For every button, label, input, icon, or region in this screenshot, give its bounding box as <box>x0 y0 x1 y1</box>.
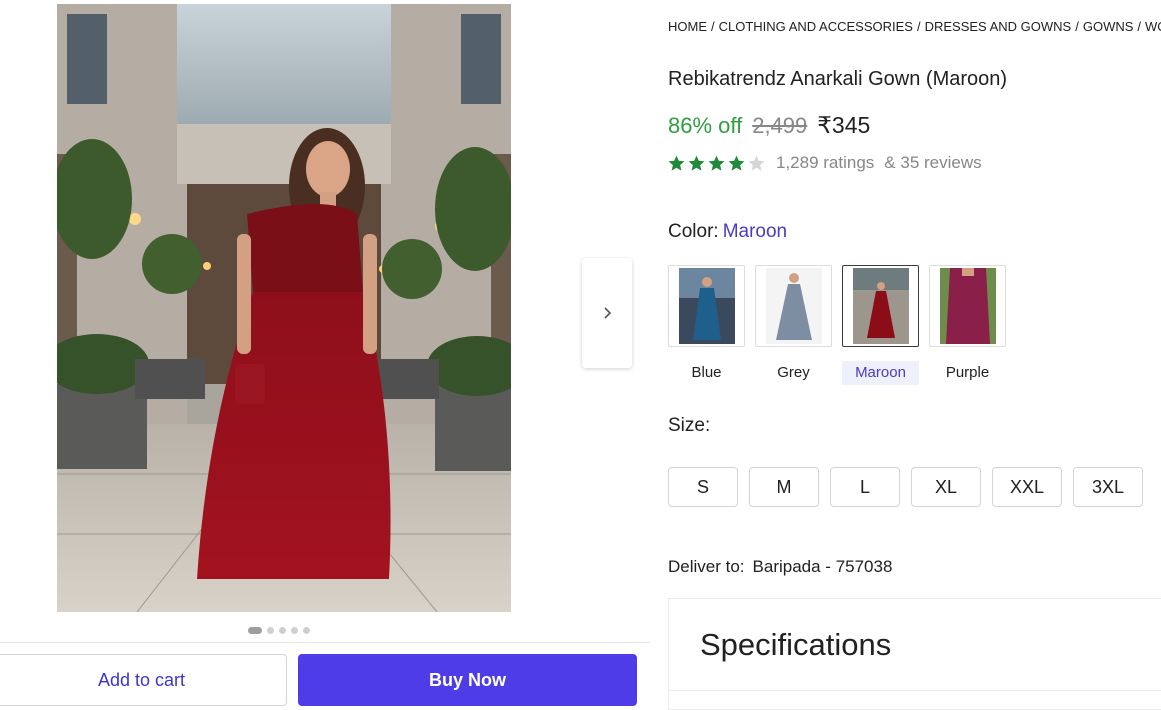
color-option-maroon[interactable]: Maroon <box>842 265 919 385</box>
color-option-label: Blue <box>691 364 722 381</box>
color-options: Blue Grey Maroon Purple <box>668 265 1006 385</box>
ratings-count[interactable]: 1,289 ratings <box>776 153 874 173</box>
color-option-label: Purple <box>945 364 990 381</box>
color-option-label: Maroon <box>842 361 919 385</box>
size-option[interactable]: M <box>749 467 819 507</box>
size-option[interactable]: XXL <box>992 467 1062 507</box>
dress-thumbnail-image <box>852 268 909 344</box>
specifications-section: Specifications <box>668 598 1161 710</box>
star-icon <box>708 155 725 171</box>
color-thumb-grey <box>755 265 832 347</box>
color-option-label: Grey <box>777 364 810 381</box>
carousel-dot[interactable] <box>303 627 310 634</box>
specifications-title: Specifications <box>700 627 892 662</box>
action-bar: Add to cart Buy Now <box>0 642 650 710</box>
rating-stars <box>667 154 766 173</box>
product-photo-illustration <box>57 4 511 612</box>
next-image-button[interactable] <box>582 258 632 368</box>
delivery-location[interactable]: Baripada - 757038 <box>753 557 893 576</box>
breadcrumb-item[interactable]: DRESSES AND GOWNS <box>925 19 1072 34</box>
color-label: Color: Maroon <box>668 221 787 243</box>
size-option[interactable]: L <box>830 467 900 507</box>
breadcrumb-item[interactable]: WOMEN'S GOWNS <box>1145 19 1161 34</box>
color-label-text: Color: <box>668 221 719 242</box>
price-row: 86% off 2,499 ₹345 <box>668 112 870 139</box>
size-option[interactable]: 3XL <box>1073 467 1143 507</box>
star-icon <box>688 155 705 171</box>
breadcrumb-item[interactable]: HOME <box>668 19 707 34</box>
color-thumb-blue <box>668 265 745 347</box>
size-option[interactable]: S <box>668 467 738 507</box>
dress-thumbnail-image <box>765 268 822 344</box>
dress-thumbnail-image <box>939 268 996 344</box>
size-option[interactable]: XL <box>911 467 981 507</box>
dress-thumbnail-image <box>678 268 735 344</box>
star-icon <box>728 155 745 171</box>
color-option-blue[interactable]: Blue <box>668 265 745 385</box>
reviews-count[interactable]: & 35 reviews <box>884 153 981 173</box>
color-option-grey[interactable]: Grey <box>755 265 832 385</box>
color-thumb-maroon <box>842 265 919 347</box>
chevron-right-icon <box>604 307 612 319</box>
breadcrumb-item[interactable]: GOWNS <box>1083 19 1134 34</box>
add-to-cart-button[interactable]: Add to cart <box>0 654 287 706</box>
carousel-indicators <box>248 627 310 634</box>
star-icon <box>668 155 685 171</box>
delivery-label: Deliver to: <box>668 557 745 576</box>
size-options: S M L XL XXL 3XL <box>668 467 1143 507</box>
breadcrumb: HOME / CLOTHING AND ACCESSORIES / DRESSES AN… <box>668 19 1161 34</box>
selected-color: Maroon <box>722 221 788 242</box>
carousel-dot[interactable] <box>279 627 286 634</box>
selling-price: ₹345 <box>817 112 871 138</box>
buy-now-button[interactable]: Buy Now <box>298 654 637 706</box>
rating-row: 1,289 ratings & 35 reviews <box>667 153 982 173</box>
star-icon <box>748 155 765 171</box>
product-image[interactable] <box>57 4 511 612</box>
discount-percent: 86% off <box>668 113 743 138</box>
color-thumb-purple <box>929 265 1006 347</box>
size-label: Size: <box>668 415 711 436</box>
carousel-dot[interactable] <box>291 627 298 634</box>
delivery-info: Deliver to: Baripada - 757038 <box>668 557 892 577</box>
carousel-dot[interactable] <box>267 627 274 634</box>
breadcrumb-item[interactable]: CLOTHING AND ACCESSORIES <box>719 19 913 34</box>
product-title: Rebikatrendz Anarkali Gown (Maroon) <box>668 68 1008 90</box>
color-option-purple[interactable]: Purple <box>929 265 1006 385</box>
original-price: 2,499 <box>752 113 808 138</box>
divider <box>669 690 1161 691</box>
carousel-dot[interactable] <box>248 627 262 634</box>
